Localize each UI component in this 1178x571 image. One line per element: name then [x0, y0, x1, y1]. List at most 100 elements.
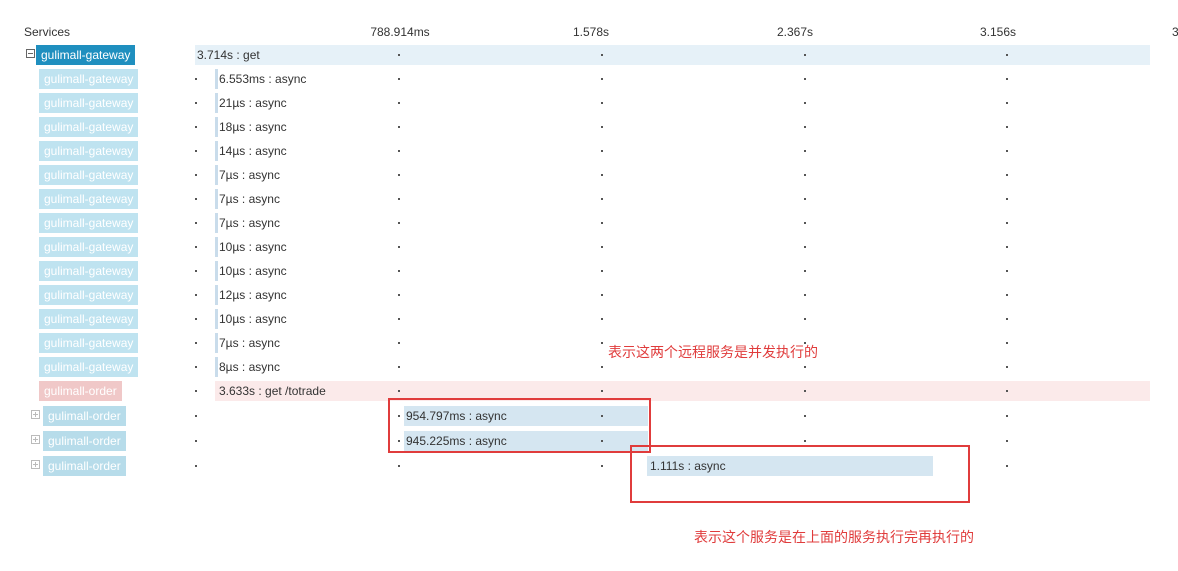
- service-name[interactable]: gulimall-gateway: [39, 69, 139, 89]
- grid-dot: [1006, 246, 1008, 248]
- service-name[interactable]: gulimall-gateway: [39, 237, 139, 257]
- grid-dot: [398, 366, 400, 368]
- span-row[interactable]: gulimall-gateway 10µs : async: [0, 259, 1178, 283]
- grid-dot: [804, 390, 806, 392]
- span-row[interactable]: gulimall-gateway 12µs : async: [0, 283, 1178, 307]
- grid-dot: [1006, 78, 1008, 80]
- grid-dot: [804, 270, 806, 272]
- grid-dot: [601, 54, 603, 56]
- span-bar[interactable]: [215, 237, 218, 257]
- span-bar[interactable]: [215, 69, 218, 89]
- grid-dot: [601, 390, 603, 392]
- span-bar[interactable]: [215, 285, 218, 305]
- span-label: 3.714s : get: [197, 48, 260, 62]
- grid-dot: [1006, 390, 1008, 392]
- timeline-tick-4: 3.156s: [980, 25, 1017, 39]
- service-name[interactable]: gulimall-gateway: [39, 141, 139, 161]
- span-bar[interactable]: [215, 381, 1150, 401]
- span-label: 12µs : async: [219, 288, 287, 302]
- expand-icon[interactable]: [31, 435, 40, 444]
- service-name[interactable]: gulimall-order: [39, 381, 122, 401]
- grid-dot: [804, 294, 806, 296]
- span-bar[interactable]: [215, 357, 218, 377]
- span-bar[interactable]: [215, 189, 218, 209]
- collapse-icon[interactable]: [26, 49, 35, 58]
- service-name[interactable]: gulimall-gateway: [39, 93, 139, 113]
- span-row[interactable]: gulimall-gateway 7µs : async: [0, 163, 1178, 187]
- grid-dot: [195, 246, 197, 248]
- span-label: 14µs : async: [219, 144, 287, 158]
- grid-dot: [601, 150, 603, 152]
- span-row[interactable]: gulimall-gateway 3.714s : get: [0, 43, 1178, 67]
- grid-dot: [601, 294, 603, 296]
- span-bar[interactable]: [215, 165, 218, 185]
- span-row[interactable]: gulimall-gateway 21µs : async: [0, 91, 1178, 115]
- span-row[interactable]: gulimall-gateway 18µs : async: [0, 115, 1178, 139]
- grid-dot: [195, 366, 197, 368]
- span-label: 6.553ms : async: [219, 72, 307, 86]
- service-name[interactable]: gulimall-order: [43, 406, 126, 426]
- span-row[interactable]: gulimall-gateway 14µs : async: [0, 139, 1178, 163]
- service-name[interactable]: gulimall-order: [43, 456, 126, 476]
- service-name[interactable]: gulimall-gateway: [39, 357, 139, 377]
- expand-icon[interactable]: [31, 460, 40, 469]
- span-label: 10µs : async: [219, 312, 287, 326]
- service-name[interactable]: gulimall-gateway: [39, 333, 139, 353]
- parallel-annotation-box: [388, 398, 651, 453]
- grid-dot: [195, 270, 197, 272]
- grid-dot: [804, 246, 806, 248]
- span-bar[interactable]: [215, 309, 218, 329]
- grid-dot: [601, 198, 603, 200]
- grid-dot: [1006, 318, 1008, 320]
- grid-dot: [398, 102, 400, 104]
- span-bar[interactable]: [215, 117, 218, 137]
- span-row[interactable]: gulimall-gateway 6.553ms : async: [0, 67, 1178, 91]
- service-name[interactable]: gulimall-gateway: [39, 261, 139, 281]
- service-name[interactable]: gulimall-gateway: [39, 189, 139, 209]
- grid-dot: [398, 465, 400, 467]
- grid-dot: [398, 78, 400, 80]
- span-bar[interactable]: [215, 141, 218, 161]
- grid-dot: [398, 222, 400, 224]
- span-bar[interactable]: [215, 213, 218, 233]
- grid-dot: [601, 222, 603, 224]
- span-row[interactable]: gulimall-order 1.111s : async: [0, 454, 1178, 478]
- service-name[interactable]: gulimall-gateway: [39, 213, 139, 233]
- grid-dot: [601, 366, 603, 368]
- grid-dot: [1006, 102, 1008, 104]
- span-bar[interactable]: [215, 333, 218, 353]
- grid-dot: [195, 222, 197, 224]
- timeline-tick-3: 2.367s: [776, 25, 814, 39]
- grid-dot: [804, 126, 806, 128]
- services-column-header: Services: [24, 25, 71, 39]
- service-name[interactable]: gulimall-order: [43, 431, 126, 451]
- span-bar[interactable]: [215, 261, 218, 281]
- service-name[interactable]: gulimall-gateway: [36, 45, 136, 65]
- span-row[interactable]: gulimall-gateway 7µs : async: [0, 211, 1178, 235]
- grid-dot: [804, 78, 806, 80]
- timeline-tick-5: 3: [1172, 25, 1178, 39]
- sequential-annotation-box: [630, 445, 970, 503]
- grid-dot: [1006, 440, 1008, 442]
- span-label: 7µs : async: [219, 192, 280, 206]
- span-row[interactable]: gulimall-gateway 7µs : async: [0, 331, 1178, 355]
- grid-dot: [398, 294, 400, 296]
- grid-dot: [398, 270, 400, 272]
- service-name[interactable]: gulimall-gateway: [39, 165, 139, 185]
- grid-dot: [601, 126, 603, 128]
- grid-dot: [804, 54, 806, 56]
- span-row[interactable]: gulimall-gateway 8µs : async: [0, 355, 1178, 379]
- service-name[interactable]: gulimall-gateway: [39, 285, 139, 305]
- span-row[interactable]: gulimall-gateway 7µs : async: [0, 187, 1178, 211]
- grid-dot: [804, 222, 806, 224]
- span-label: 10µs : async: [219, 264, 287, 278]
- expand-icon[interactable]: [31, 410, 40, 419]
- span-row[interactable]: gulimall-gateway 10µs : async: [0, 235, 1178, 259]
- span-bar[interactable]: [215, 93, 218, 113]
- grid-dot: [1006, 270, 1008, 272]
- service-name[interactable]: gulimall-gateway: [39, 117, 139, 137]
- grid-dot: [601, 174, 603, 176]
- span-row[interactable]: gulimall-gateway 10µs : async: [0, 307, 1178, 331]
- grid-dot: [804, 174, 806, 176]
- service-name[interactable]: gulimall-gateway: [39, 309, 139, 329]
